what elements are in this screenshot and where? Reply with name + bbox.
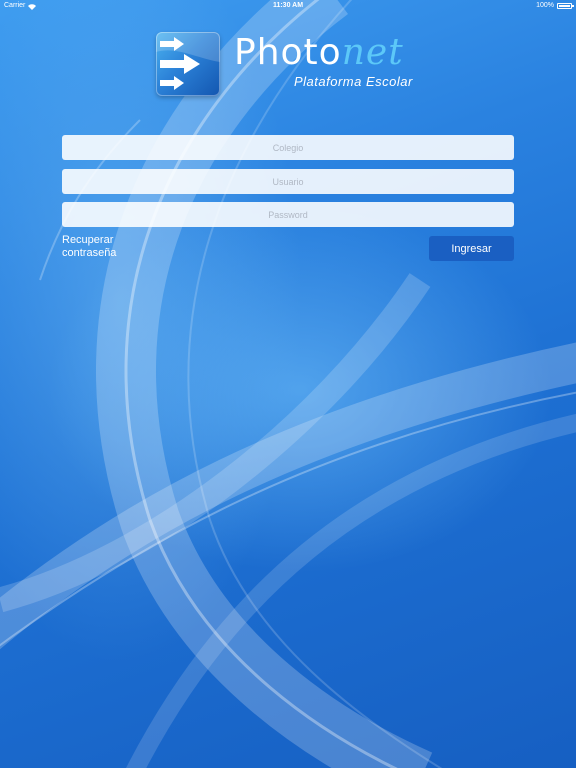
arrows-logo-icon [156,32,220,96]
battery-label: 100% [536,2,554,9]
battery-indicator: 100% [536,0,574,12]
brand-tagline: Plataforma Escolar [294,74,413,89]
recover-password-link[interactable]: Recuperar contraseña [62,234,152,260]
battery-icon [557,3,574,9]
status-time: 11:30 AM [272,2,304,9]
password-input[interactable] [62,202,514,227]
app-logo: Photonet Plataforma Escolar [156,32,436,102]
username-input[interactable] [62,169,514,194]
brand-name: Photonet [234,32,404,74]
brand-main: Photo [234,32,342,73]
login-button[interactable]: Ingresar [429,236,514,261]
brand-accent: net [341,32,404,73]
school-input[interactable] [62,135,514,160]
status-bar: Carrier 11:30 AM 100% [0,0,576,12]
background [0,0,576,768]
